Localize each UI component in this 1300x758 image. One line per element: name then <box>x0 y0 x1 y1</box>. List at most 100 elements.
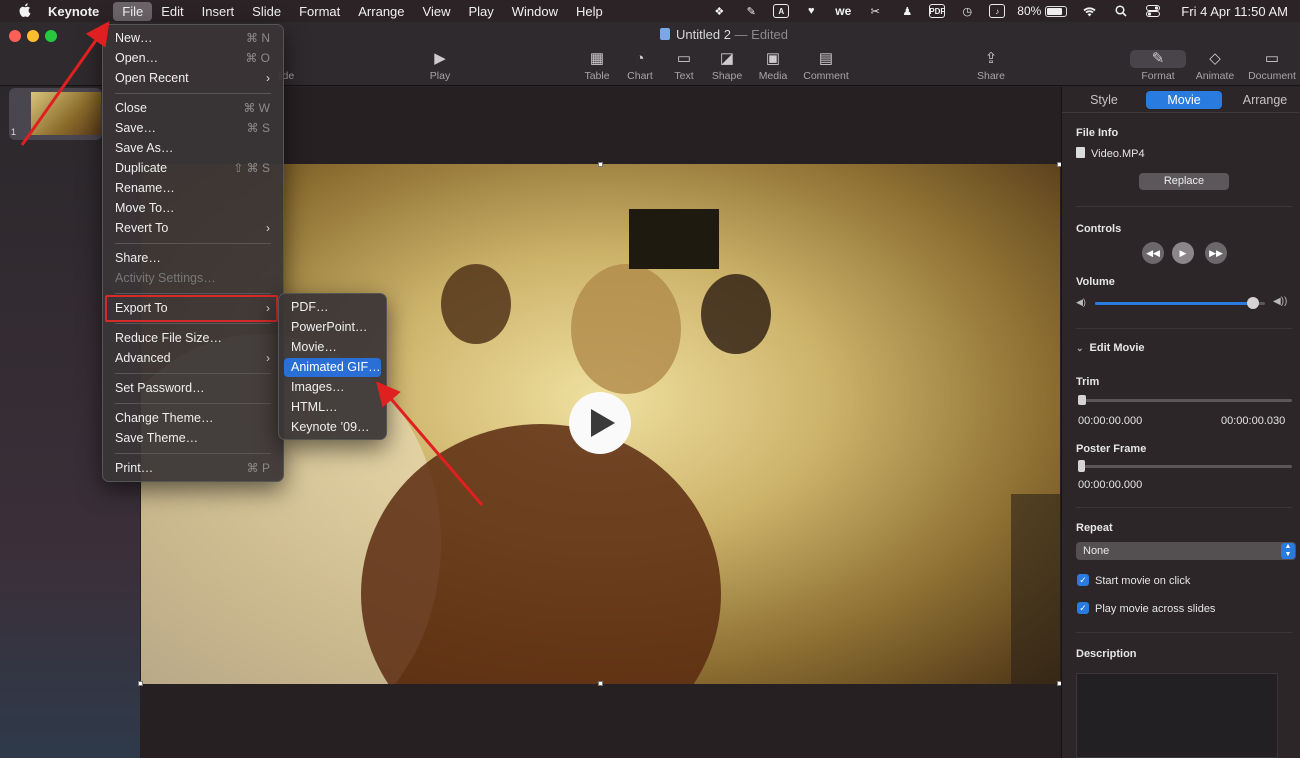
play-label: Play <box>429 70 451 82</box>
resize-handle[interactable] <box>598 162 603 167</box>
tab-movie[interactable]: Movie <box>1146 91 1222 109</box>
comment-button[interactable]: ▤ Comment <box>798 50 854 82</box>
menu-play[interactable]: Play <box>459 2 502 21</box>
close-window-button[interactable] <box>9 30 21 42</box>
wifi-icon[interactable] <box>1079 3 1099 19</box>
menu-item-open-recent[interactable]: Open Recent › <box>108 69 278 88</box>
trim-start-handle[interactable] <box>1078 395 1086 405</box>
evernote-icon[interactable]: ✎ <box>741 3 761 19</box>
menu-item-revert-to[interactable]: Revert To › <box>108 219 278 238</box>
slide-thumbnail-1[interactable]: 1 <box>9 88 102 140</box>
menu-item-export-keynote-09[interactable]: Keynote ’09… <box>284 418 381 437</box>
start-on-click-checkbox[interactable]: ✓ <box>1077 574 1089 586</box>
repeat-select[interactable]: None ▲ ▼ <box>1076 542 1296 560</box>
repeat-heading: Repeat <box>1076 522 1113 534</box>
share-button[interactable]: ⇪ Share <box>963 50 1019 82</box>
tab-style[interactable]: Style <box>1076 91 1132 109</box>
menu-help[interactable]: Help <box>567 2 612 21</box>
menu-item-export-movie[interactable]: Movie… <box>284 338 381 357</box>
menu-item-move-to[interactable]: Move To… <box>108 199 278 218</box>
file-info-heading: File Info <box>1076 127 1119 139</box>
menu-item-duplicate[interactable]: Duplicate ⇧ ⌘ S <box>108 159 278 178</box>
menu-item-export-powerpoint[interactable]: PowerPoint… <box>284 318 381 337</box>
resize-handle[interactable] <box>138 681 143 686</box>
trim-slider[interactable] <box>1078 395 1292 405</box>
menu-item-set-password[interactable]: Set Password… <box>108 379 278 398</box>
menu-window[interactable]: Window <box>503 2 567 21</box>
menu-format[interactable]: Format <box>290 2 349 21</box>
rewind-button[interactable]: ◀◀ <box>1142 242 1164 264</box>
menu-item-advanced[interactable]: Advanced › <box>108 349 278 368</box>
search-icon[interactable] <box>1111 3 1131 19</box>
menu-file[interactable]: File <box>113 1 153 21</box>
play-icon: ▶ <box>434 50 446 67</box>
document-button[interactable]: ▭ Document <box>1244 50 1300 82</box>
menu-item-rename[interactable]: Rename… <box>108 179 278 198</box>
we-icon[interactable]: we <box>833 3 853 19</box>
battery-indicator[interactable]: 80% <box>1017 4 1068 18</box>
menu-view[interactable]: View <box>414 2 460 21</box>
edit-movie-heading[interactable]: ⌄ Edit Movie <box>1076 342 1145 354</box>
clock-icon[interactable]: ◷ <box>957 3 977 19</box>
menu-item-save-as[interactable]: Save As… <box>108 139 278 158</box>
menu-item-export-animated-gif[interactable]: Animated GIF… <box>284 358 381 377</box>
resize-handle[interactable] <box>598 681 603 686</box>
play-pause-button[interactable]: ▶ <box>1172 242 1194 264</box>
menu-item-label: Change Theme… <box>115 411 214 425</box>
apple-icon[interactable] <box>14 2 36 20</box>
play-across-slides-label: Play movie across slides <box>1095 603 1216 615</box>
volume-knob[interactable] <box>1247 297 1260 309</box>
export-submenu: PDF… PowerPoint… Movie… Animated GIF… Im… <box>278 293 387 440</box>
media-button[interactable]: ▣ Media <box>745 50 801 82</box>
description-textarea[interactable] <box>1076 673 1278 758</box>
menu-item-change-theme[interactable]: Change Theme… <box>108 409 278 428</box>
volume-slider[interactable] <box>1095 297 1265 309</box>
menu-item-close[interactable]: Close ⌘ W <box>108 99 278 118</box>
poster-frame-handle[interactable] <box>1078 460 1085 472</box>
format-button[interactable]: ✎ Format <box>1130 50 1186 82</box>
menubar-clock[interactable]: Fri 4 Apr 11:50 AM <box>1181 4 1288 19</box>
menu-arrange[interactable]: Arrange <box>349 2 413 21</box>
user-icon[interactable]: ♟ <box>897 3 917 19</box>
menu-edit[interactable]: Edit <box>152 2 192 21</box>
menu-item-export-images[interactable]: Images… <box>284 378 381 397</box>
poster-frame-slider[interactable] <box>1078 460 1292 472</box>
play-across-slides-checkbox[interactable]: ✓ <box>1077 602 1089 614</box>
menu-item-print[interactable]: Print… ⌘ P <box>108 459 278 478</box>
menu-separator <box>115 323 271 324</box>
k-icon[interactable]: ✂ <box>865 3 885 19</box>
movie-play-button[interactable] <box>569 392 631 454</box>
heart-icon[interactable]: ♥ <box>801 3 821 19</box>
menu-item-label: Revert To <box>115 221 169 235</box>
play-button[interactable]: ▶ Play <box>412 50 468 82</box>
music-icon[interactable]: ♪ <box>989 4 1006 18</box>
menu-insert[interactable]: Insert <box>193 2 244 21</box>
divider <box>1076 507 1292 508</box>
file-icon <box>1076 147 1085 158</box>
menu-item-save-theme[interactable]: Save Theme… <box>108 429 278 448</box>
control-center-icon[interactable] <box>1143 3 1163 19</box>
play-icon <box>590 409 615 437</box>
poster-frame-time: 00:00:00.000 <box>1078 479 1143 491</box>
menu-item-share[interactable]: Share… <box>108 249 278 268</box>
pdf-icon[interactable]: PDF <box>929 4 946 18</box>
file-info-row: Video.MP4 <box>1076 147 1145 160</box>
menu-slide[interactable]: Slide <box>243 2 290 21</box>
tab-arrange[interactable]: Arrange <box>1234 91 1296 109</box>
menu-item-export-html[interactable]: HTML… <box>284 398 381 417</box>
menu-item-new[interactable]: New… ⌘ N <box>108 29 278 48</box>
menu-item-save[interactable]: Save… ⌘ S <box>108 119 278 138</box>
fast-forward-button[interactable]: ▶▶ <box>1205 242 1227 264</box>
menu-item-export-pdf[interactable]: PDF… <box>284 298 381 317</box>
dropbox-icon[interactable]: ❖ <box>709 3 729 19</box>
zoom-window-button[interactable] <box>45 30 57 42</box>
volume-high-icon: ◀)) <box>1273 296 1288 307</box>
a-icon[interactable]: A <box>773 4 790 18</box>
menu-item-label: Movie… <box>291 340 337 354</box>
menu-item-reduce-file-size[interactable]: Reduce File Size… <box>108 329 278 348</box>
app-name[interactable]: Keynote <box>42 4 105 19</box>
replace-button[interactable]: Replace <box>1139 173 1229 190</box>
menu-item-open[interactable]: Open… ⌘ O <box>108 49 278 68</box>
animate-button[interactable]: ◇ Animate <box>1187 50 1243 82</box>
minimize-window-button[interactable] <box>27 30 39 42</box>
